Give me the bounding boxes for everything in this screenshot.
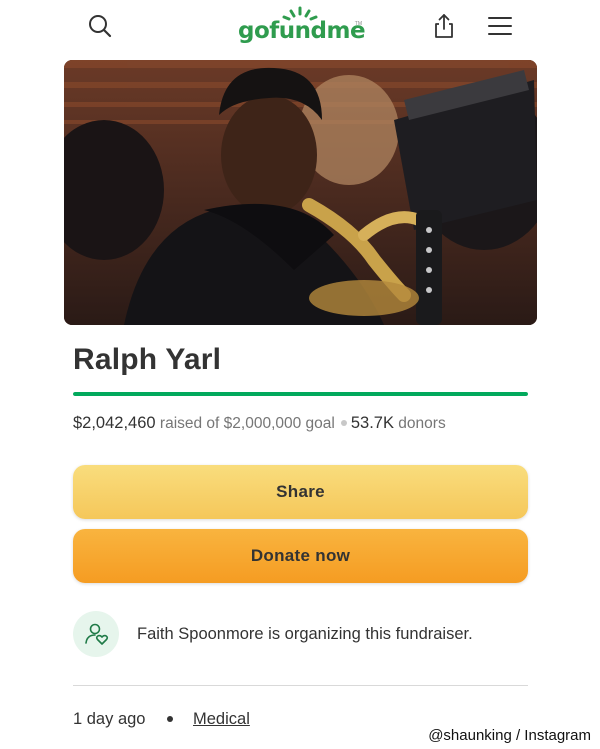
progress-bar-fill xyxy=(73,392,528,396)
image-credit: @shaunking / Instagram xyxy=(428,727,591,744)
campaign-photo xyxy=(64,60,537,325)
menu-button[interactable] xyxy=(480,6,520,46)
donor-count: 53.7K xyxy=(350,414,394,432)
created-time: 1 day ago xyxy=(73,710,146,728)
share-button[interactable]: Share xyxy=(73,465,528,519)
gofundme-logo[interactable]: gofundme TM xyxy=(238,6,366,50)
campaign-title: Ralph Yarl xyxy=(73,343,222,376)
share-icon xyxy=(435,14,453,38)
organizer-text: Faith Spoonmore is organizing this fundr… xyxy=(137,625,473,643)
category-link[interactable]: Medical xyxy=(193,710,250,729)
separator-dot xyxy=(340,419,347,426)
logo-text: gofundme xyxy=(238,18,366,44)
progress-bar xyxy=(73,392,528,396)
divider xyxy=(73,685,528,686)
top-bar: gofundme TM xyxy=(0,0,600,56)
logo-trademark: TM xyxy=(354,21,362,27)
share-page-button[interactable] xyxy=(424,6,464,46)
organizer-avatar xyxy=(73,611,119,657)
organizer-row: Faith Spoonmore is organizing this fundr… xyxy=(73,610,528,658)
funding-stats: $2,042,460 raised of $2,000,000 goal 53.7… xyxy=(73,414,446,433)
amount-raised: $2,042,460 xyxy=(73,414,156,432)
donors-label: donors xyxy=(398,415,446,432)
search-icon xyxy=(89,15,112,38)
heart-person-icon xyxy=(85,623,109,645)
search-button[interactable] xyxy=(80,6,120,46)
meta-separator-dot xyxy=(167,716,173,722)
donate-button[interactable]: Donate now xyxy=(73,529,528,583)
goal-label: raised of $2,000,000 goal xyxy=(159,415,335,432)
menu-icon xyxy=(488,17,512,35)
